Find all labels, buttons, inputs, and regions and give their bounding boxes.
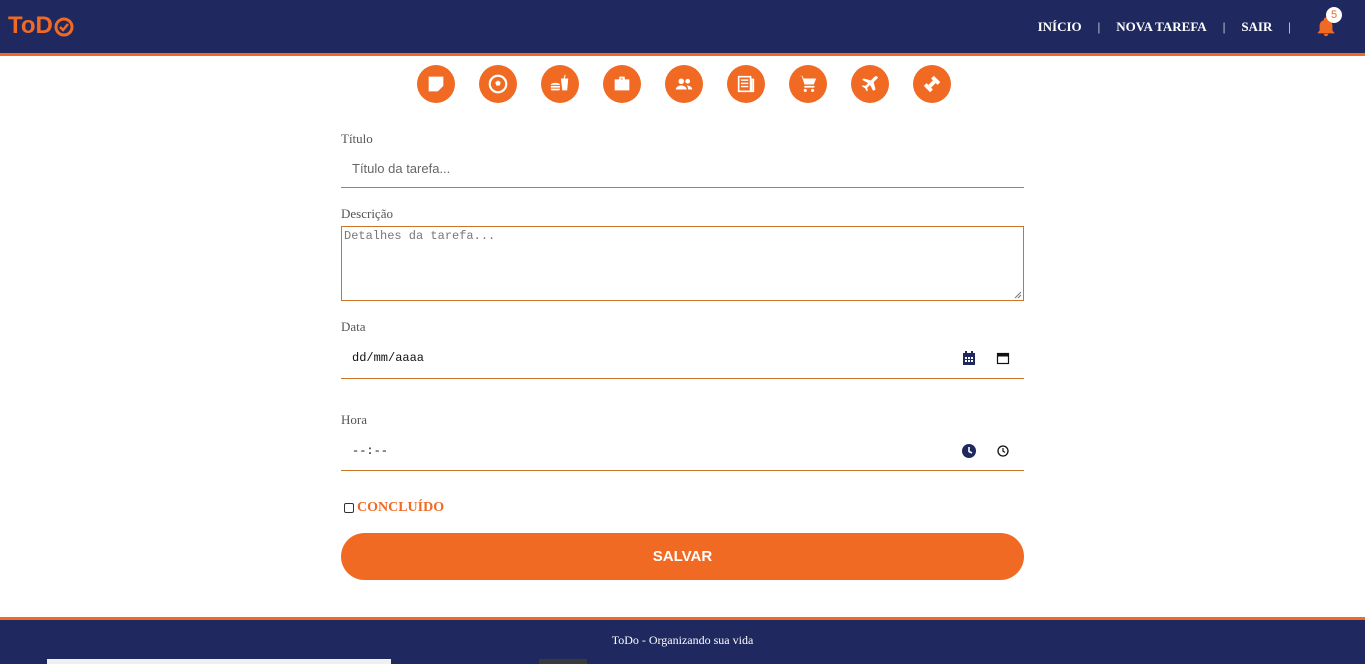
- footer-text: ToDo - Organizando sua vida: [611, 633, 754, 647]
- notifications-button[interactable]: 5: [1315, 6, 1342, 38]
- logo[interactable]: ToD: [8, 11, 74, 41]
- note-icon: [428, 76, 444, 92]
- footer: ToDo - Organizando sua vida: [0, 617, 1365, 664]
- shopping-cart-icon: [798, 75, 817, 92]
- calendar-picker-icon[interactable]: [995, 350, 1011, 366]
- category-work-button[interactable]: [603, 65, 641, 103]
- calendar-icon[interactable]: [961, 350, 977, 366]
- category-note-button[interactable]: [417, 65, 455, 103]
- nav-separator: |: [1097, 18, 1101, 34]
- category-selector: [417, 65, 951, 103]
- nav-separator: |: [1288, 18, 1291, 34]
- title-input[interactable]: Título da tarefa...: [341, 151, 1024, 188]
- category-travel-button[interactable]: [851, 65, 889, 103]
- nav-nova-tarefa[interactable]: NOVA TAREFA: [1116, 19, 1206, 35]
- description-textarea[interactable]: Detalhes da tarefa...: [341, 226, 1024, 301]
- category-sports-button[interactable]: [479, 65, 517, 103]
- time-value: --:--: [352, 444, 389, 458]
- scrollbar-track: [47, 659, 391, 664]
- scrollbar-thumb[interactable]: [539, 659, 587, 664]
- time-input[interactable]: --:--: [341, 432, 1024, 471]
- title-label: Título: [341, 131, 373, 146]
- dumbbell-icon: [923, 75, 941, 93]
- save-button[interactable]: SALVAR: [341, 533, 1024, 580]
- newspaper-icon: [737, 75, 755, 93]
- category-people-button[interactable]: [665, 65, 703, 103]
- notification-count-badge: 5: [1326, 6, 1342, 23]
- category-shopping-button[interactable]: [789, 65, 827, 103]
- soccer-ball-icon: [488, 74, 508, 94]
- nav-menu: INÍCIO | NOVA TAREFA | SAIR | 5: [1038, 0, 1365, 53]
- nav-inicio[interactable]: INÍCIO: [1038, 19, 1082, 35]
- description-label: Descrição: [341, 206, 393, 221]
- category-reading-button[interactable]: [727, 65, 765, 103]
- category-food-button[interactable]: [541, 65, 579, 103]
- top-navbar: ToD INÍCIO | NOVA TAREFA | SAIR | 5: [0, 0, 1365, 56]
- time-picker-icon[interactable]: [995, 443, 1011, 459]
- check-circle-icon: [54, 17, 74, 37]
- done-checkbox[interactable]: [344, 503, 354, 513]
- time-label: Hora: [341, 412, 367, 427]
- people-icon: [675, 78, 693, 90]
- clock-icon[interactable]: [961, 443, 977, 459]
- airplane-icon: [861, 76, 878, 92]
- nav-sair[interactable]: SAIR: [1241, 19, 1272, 35]
- done-checkbox-row: CONCLUÍDO: [344, 500, 444, 516]
- date-label: Data: [341, 319, 366, 334]
- resize-handle-icon[interactable]: [1014, 291, 1022, 299]
- fastfood-icon: [550, 74, 569, 91]
- done-label[interactable]: CONCLUÍDO: [357, 500, 444, 516]
- briefcase-icon: [614, 76, 630, 91]
- date-value: dd/mm/aaaa: [352, 351, 425, 365]
- title-placeholder: Título da tarefa...: [352, 161, 451, 176]
- date-input[interactable]: dd/mm/aaaa: [341, 340, 1024, 379]
- category-fitness-button[interactable]: [913, 65, 951, 103]
- nav-separator: |: [1222, 18, 1226, 34]
- description-placeholder: Detalhes da tarefa...: [344, 229, 496, 243]
- logo-text: ToD: [8, 12, 53, 39]
